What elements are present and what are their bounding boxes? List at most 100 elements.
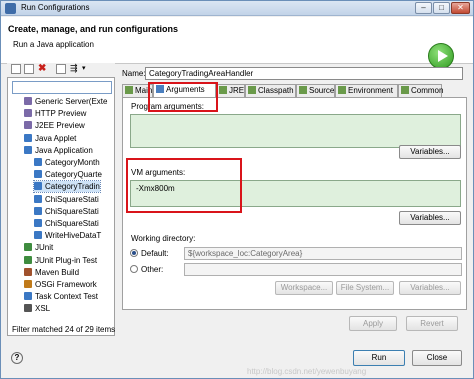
tree-item-label: CategoryQuarte (45, 170, 102, 180)
tree-item-label: XSL (35, 304, 51, 314)
tree-item[interactable]: ChiSquareStati (34, 218, 99, 229)
run-button[interactable]: Run (353, 350, 405, 366)
tree-item[interactable]: Task Context Test (24, 291, 98, 302)
other-directory-field (184, 263, 462, 276)
config-toolbar: ✖ ⇶ ▾ (7, 63, 115, 77)
tree-item-label: Maven Build (35, 267, 80, 277)
junit-icon (24, 243, 32, 252)
delete-config-icon[interactable]: ✖ (38, 63, 46, 74)
tree-item-label: ChiSquareStati (45, 206, 99, 216)
workspace-button[interactable]: Workspace... (275, 281, 333, 295)
dialog-header: Create, manage, and run configurations R… (1, 17, 473, 69)
server-icon (24, 97, 32, 105)
filter-status: Filter matched 24 of 29 items (12, 325, 116, 334)
other-label: Other: (141, 265, 164, 274)
tree-item[interactable]: JUnit (24, 242, 53, 253)
tree-item[interactable]: ChiSquareStati (34, 194, 99, 205)
tree-item-label: JUnit (35, 243, 54, 253)
tree-item-label: ChiSquareStati (45, 219, 99, 228)
tree-item-label: OSGi Framework (35, 280, 97, 289)
tree-item[interactable]: Java Applet (24, 133, 76, 144)
maven-icon (24, 267, 32, 276)
header-subtitle: Run a Java application (13, 40, 94, 49)
tab-source[interactable]: Source (296, 84, 335, 97)
java-app-icon (24, 145, 32, 154)
revert-button[interactable]: Revert (406, 316, 458, 331)
watermark: http://blog.csdn.net/yewenbuyang (247, 367, 367, 376)
classpath-tab-icon (248, 86, 256, 94)
applet-icon (24, 133, 32, 142)
filter-input[interactable] (12, 81, 112, 94)
program-arguments-textarea[interactable] (130, 114, 461, 148)
java-config-icon (34, 170, 42, 179)
filter-dropdown-icon[interactable]: ▾ (82, 64, 86, 72)
tab-classpath[interactable]: Classpath (245, 84, 296, 97)
tree-item[interactable]: CategoryQuarte (34, 169, 102, 180)
tree-item[interactable]: HTTP Preview (24, 108, 86, 119)
default-radio[interactable] (130, 249, 138, 257)
xsl-icon (24, 304, 32, 313)
jre-tab-icon (219, 86, 227, 94)
close-window-icon[interactable]: ✕ (451, 2, 470, 14)
maximize-icon[interactable]: □ (433, 2, 450, 14)
tree-item[interactable]: XSL (24, 303, 50, 314)
eclipse-window-icon (5, 3, 16, 14)
tree-item[interactable]: CategoryMonth (34, 157, 100, 168)
header-title: Create, manage, and run configurations (8, 24, 179, 34)
environment-tab-icon (338, 86, 346, 94)
java-config-icon (34, 206, 42, 215)
workdir-variables-button[interactable]: Variables... (399, 281, 461, 295)
tab-label: Environment (348, 86, 393, 95)
tree-item[interactable]: Generic Server(Exte (24, 96, 107, 107)
tree-item[interactable]: CategoryTradin (33, 180, 101, 194)
program-variables-button[interactable]: Variables... (399, 145, 461, 159)
duplicate-config-icon[interactable] (24, 64, 34, 74)
filter-icon[interactable]: ⇶ (70, 63, 78, 74)
tree-item[interactable]: JUnit Plug-in Test (24, 255, 97, 266)
tree-item[interactable]: WriteHiveDataT (34, 230, 101, 241)
tab-jre[interactable]: JRE (216, 84, 245, 97)
tab-label: Classpath (258, 86, 294, 95)
collapse-all-icon[interactable] (56, 64, 66, 74)
run-banner-icon (428, 43, 454, 69)
close-button[interactable]: Close (412, 350, 462, 366)
tree-item-label: Java Application (35, 145, 93, 155)
tab-common[interactable]: Common (398, 84, 443, 97)
tree-item-label: HTTP Preview (35, 109, 87, 119)
tree-item-label: Generic Server(Exte (35, 97, 108, 106)
default-directory-field: ${workspace_loc:CategoryArea} (184, 247, 462, 260)
tree-item-label: JUnit Plug-in Test (35, 255, 98, 265)
osgi-icon (24, 280, 32, 288)
tree-item-label: WriteHiveDataT (45, 231, 102, 241)
minimize-icon[interactable]: – (415, 2, 432, 14)
config-tree: Generic Server(Exte HTTP Preview J2EE Prev… (12, 96, 112, 322)
apply-button[interactable]: Apply (349, 316, 397, 331)
tree-item[interactable]: Java Application (24, 145, 93, 156)
task-icon (24, 292, 32, 301)
vm-arguments-highlight-box (126, 158, 242, 213)
title-bar: Run Configurations – □ ✕ (1, 1, 473, 16)
config-name-field[interactable]: CategoryTradingAreaHandler (145, 67, 463, 80)
tab-label: JRE (229, 86, 245, 95)
help-icon[interactable]: ? (11, 352, 23, 364)
tree-item[interactable]: OSGi Framework (24, 279, 97, 290)
source-tab-icon (299, 86, 307, 94)
tree-item[interactable]: Maven Build (24, 267, 79, 278)
run-configurations-dialog: Run Configurations – □ ✕ Create, manage,… (0, 0, 474, 379)
vm-variables-button[interactable]: Variables... (399, 211, 461, 225)
name-label: Name: (122, 69, 146, 78)
tab-environment[interactable]: Environment (335, 84, 398, 97)
file-system-button[interactable]: File System... (336, 281, 394, 295)
tree-item-label: CategoryTradin (45, 182, 100, 192)
new-config-icon[interactable] (11, 64, 21, 74)
arguments-highlight-box (148, 82, 218, 112)
tree-item[interactable]: J2EE Preview (24, 120, 85, 131)
tree-item[interactable]: ChiSquareStati (34, 206, 99, 217)
java-config-icon (34, 158, 42, 166)
tree-item-label: Task Context Test (35, 292, 98, 302)
tree-item-label: CategoryMonth (45, 158, 100, 167)
other-radio[interactable] (130, 265, 138, 273)
tree-item-label: J2EE Preview (35, 121, 85, 131)
main-tab-icon (125, 86, 133, 94)
working-directory-label: Working directory: (131, 234, 196, 243)
